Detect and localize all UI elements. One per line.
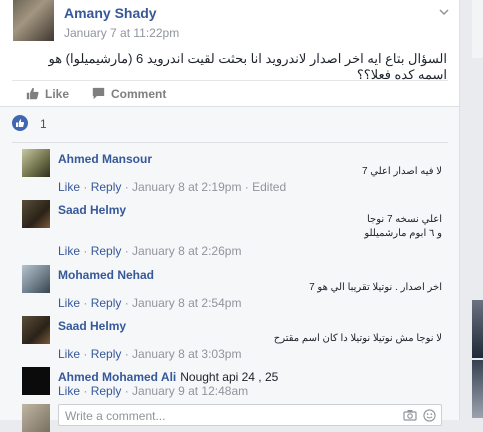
comment-time[interactable]: January 8 at 2:54pm bbox=[132, 296, 241, 310]
like-label: Like bbox=[45, 87, 70, 101]
commenter-name-link[interactable]: Ahmed Mohamed Ali bbox=[58, 370, 176, 384]
avatar[interactable] bbox=[22, 200, 50, 228]
author-avatar[interactable] bbox=[13, 0, 54, 41]
side-thumbnail[interactable] bbox=[472, 0, 483, 58]
comment-text-line: اعلي نسخه 7 نوجا bbox=[367, 214, 442, 225]
comment-meta: Like · Reply · January 8 at 3:03pm bbox=[58, 347, 242, 361]
comment-text: اخر اصدار . نوتيلا تقريبا الي هو 7 bbox=[309, 282, 442, 293]
comment-like-link[interactable]: Like bbox=[58, 384, 80, 398]
comment: Saad Helmy اعلي نسخه 7 نوجا و ٦ ابوم مار… bbox=[22, 200, 442, 258]
like-reaction-icon bbox=[12, 115, 28, 131]
comment-time[interactable]: January 8 at 2:19pm bbox=[132, 180, 241, 194]
comment-text: Nought api 24 , 25 bbox=[180, 370, 279, 384]
comment: Ahmed Mansour لا فيه اصدار اعلي 7 Like ·… bbox=[22, 149, 442, 194]
divider bbox=[12, 142, 448, 143]
commenter-name[interactable]: Mohamed Nehad bbox=[58, 268, 154, 282]
avatar[interactable] bbox=[22, 367, 50, 395]
commenter-name[interactable]: Saad Helmy bbox=[58, 203, 126, 217]
comment-time[interactable]: January 8 at 2:26pm bbox=[132, 244, 241, 258]
comment-like-link[interactable]: Like bbox=[58, 296, 80, 310]
side-thumbnail[interactable] bbox=[472, 300, 483, 358]
post-card: Amany Shady January 7 at 11:22pm السؤال … bbox=[0, 0, 460, 432]
comment-reply-link[interactable]: Reply bbox=[91, 180, 122, 194]
comment-reply-link[interactable]: Reply bbox=[91, 347, 122, 361]
chevron-down-icon[interactable] bbox=[438, 6, 450, 18]
post-header: Amany Shady January 7 at 11:22pm bbox=[13, 0, 453, 44]
author-name[interactable]: Amany Shady bbox=[64, 5, 157, 21]
comment-text: لا نوجا مش نوتيلا نوتيلا دا كان اسم مقتر… bbox=[273, 333, 442, 344]
like-button[interactable]: Like bbox=[26, 87, 69, 101]
comment-time[interactable]: January 9 at 12:48am bbox=[132, 384, 248, 398]
commenter-name: Ahmed Mohamed Ali Nought api 24 , 25 bbox=[58, 370, 278, 384]
comment-text: لا فيه اصدار اعلي 7 bbox=[361, 166, 442, 177]
comment-label: Comment bbox=[111, 87, 167, 101]
post-actions: Like Comment bbox=[12, 84, 448, 104]
avatar[interactable] bbox=[22, 265, 50, 293]
right-column bbox=[460, 0, 483, 420]
comment-like-link[interactable]: Like bbox=[58, 244, 80, 258]
comment-like-link[interactable]: Like bbox=[58, 180, 80, 194]
thumbs-up-icon bbox=[26, 87, 39, 100]
comment-reply-link[interactable]: Reply bbox=[91, 384, 122, 398]
comment-meta: Like · Reply · January 9 at 12:48am bbox=[58, 384, 249, 398]
side-thumbnail[interactable] bbox=[472, 360, 483, 418]
comment-meta: Like · Reply · January 8 at 2:19pm · Edi… bbox=[58, 180, 287, 194]
comment-button[interactable]: Comment bbox=[92, 87, 166, 101]
commenter-name[interactable]: Saad Helmy bbox=[58, 319, 126, 333]
divider bbox=[12, 80, 448, 81]
comment: Ahmed Mohamed Ali Nought api 24 , 25 Like… bbox=[22, 367, 442, 401]
reaction-count: 1 bbox=[40, 117, 47, 131]
avatar[interactable] bbox=[22, 149, 50, 177]
post-text: السؤال بتاع ايه اخر اصدار لاندرويد انا ب… bbox=[48, 51, 447, 82]
comment-reply-link[interactable]: Reply bbox=[91, 244, 122, 258]
comment-like-link[interactable]: Like bbox=[58, 347, 80, 361]
camera-icon[interactable] bbox=[403, 409, 417, 421]
comment-meta: Like · Reply · January 8 at 2:54pm bbox=[58, 296, 242, 310]
comment: Saad Helmy لا نوجا مش نوتيلا نوتيلا دا ك… bbox=[22, 316, 442, 361]
comment-input-placeholder: Write a comment... bbox=[65, 409, 166, 423]
commenter-name[interactable]: Ahmed Mansour bbox=[58, 152, 152, 166]
comment: Mohamed Nehad اخر اصدار . نوتيلا تقريبا … bbox=[22, 265, 442, 310]
comment-icon bbox=[92, 87, 105, 100]
comment-time[interactable]: January 8 at 3:03pm bbox=[132, 347, 241, 361]
write-comment-box: Write a comment... bbox=[22, 404, 447, 432]
comment-text-line: و ٦ ابوم مارشميللو bbox=[364, 228, 442, 239]
avatar[interactable] bbox=[22, 316, 50, 344]
emoji-icon[interactable] bbox=[423, 409, 436, 422]
comment-reply-link[interactable]: Reply bbox=[91, 296, 122, 310]
edited-label[interactable]: Edited bbox=[252, 180, 286, 194]
divider bbox=[0, 106, 459, 107]
comment-meta: Like · Reply · January 8 at 2:26pm bbox=[58, 244, 242, 258]
post-timestamp[interactable]: January 7 at 11:22pm bbox=[64, 26, 179, 40]
comment-input[interactable]: Write a comment... bbox=[58, 404, 442, 426]
avatar bbox=[22, 404, 50, 432]
